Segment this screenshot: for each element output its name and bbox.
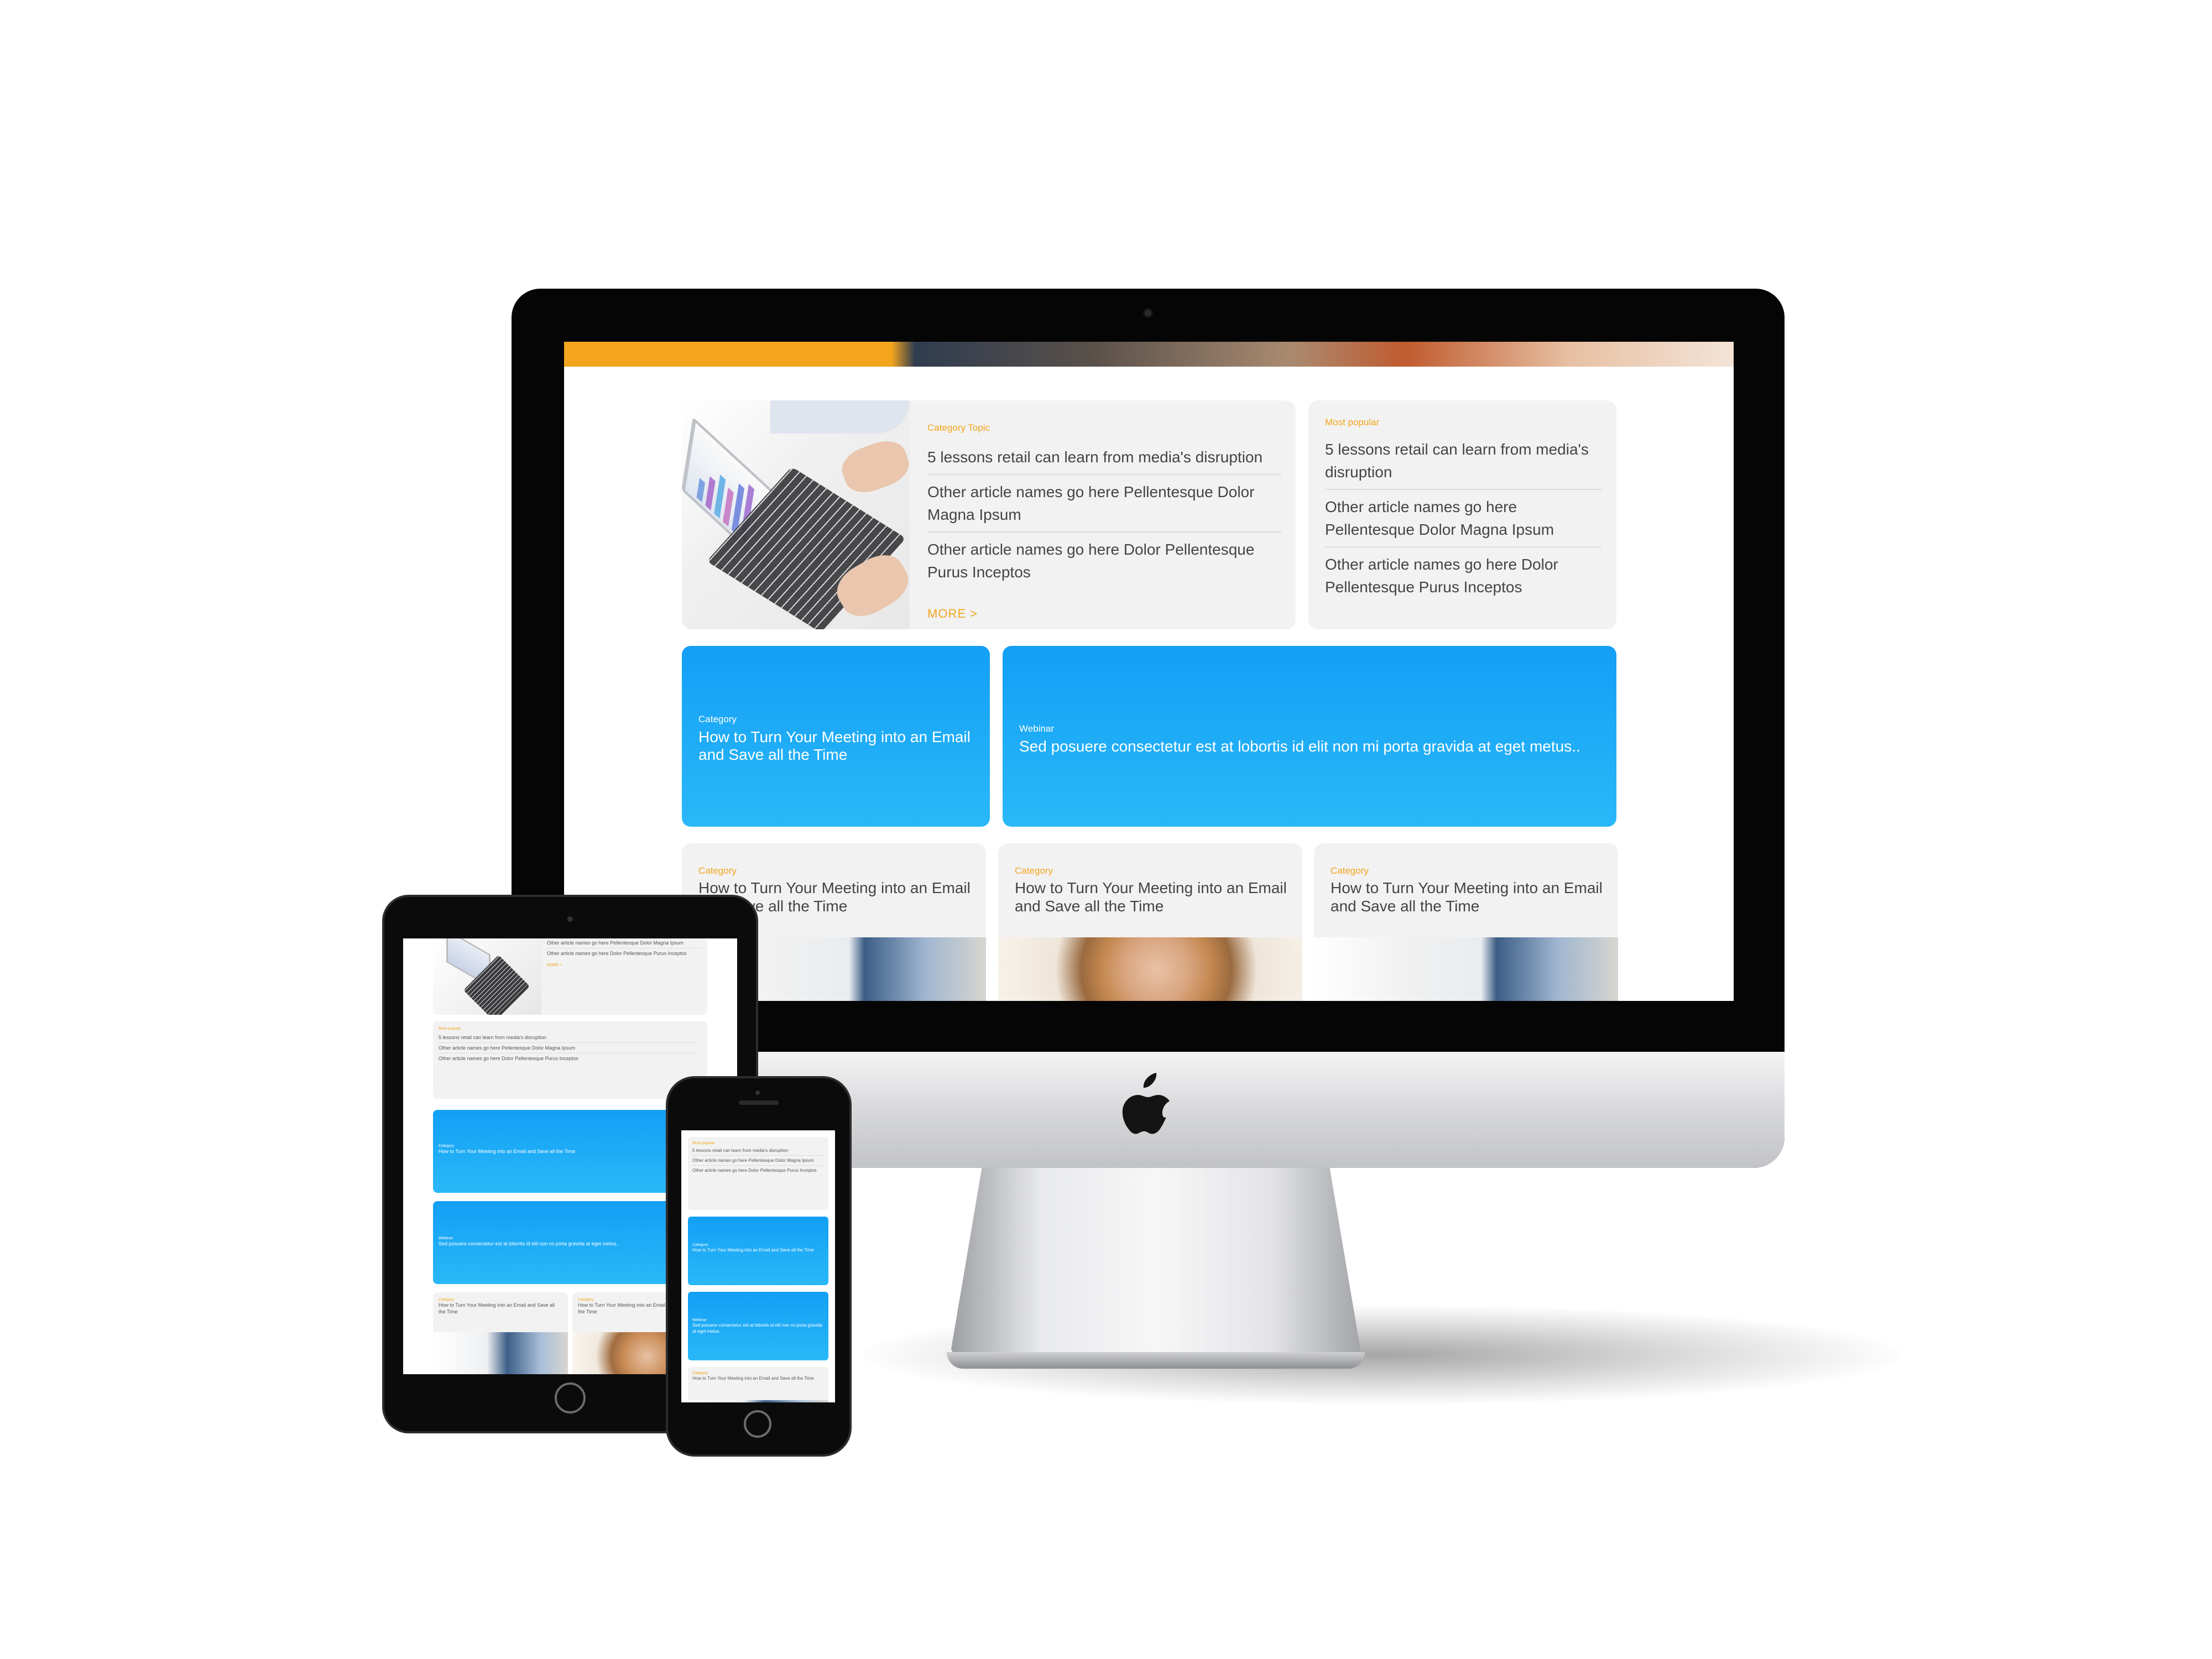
tablet-popular-link[interactable]: Other article names go here Pellentesque…	[439, 1045, 698, 1051]
phone-popular-link[interactable]: Other article names go here Pellentesque…	[692, 1157, 824, 1164]
popular-article-link[interactable]: 5 lessons retail can learn from media's …	[1325, 438, 1601, 483]
phone-webinar-title: Sed posuere consectetur est at lobortis …	[692, 1323, 822, 1334]
webinar-kicker: Webinar	[1019, 723, 1054, 734]
promo-kicker: Category	[698, 714, 737, 724]
phone-promo-kicker: Category	[692, 1243, 708, 1247]
tablet-grid-card[interactable]: Category How to Turn Your Meeting into a…	[433, 1292, 568, 1374]
divider	[1325, 489, 1601, 490]
tablet-webinar-title: Sed posuere consectetur est at lobortis …	[439, 1241, 619, 1246]
tablet-promo-kicker: Category	[439, 1144, 455, 1148]
popular-article-link[interactable]: Other article names go here Dolor Pellen…	[1325, 553, 1601, 598]
phone-popular-kicker: Most popular	[692, 1141, 715, 1145]
phone-grid-image	[688, 1400, 828, 1402]
tablet-webinar-promo[interactable]: Webinar Sed posuere consectetur est at l…	[433, 1201, 707, 1284]
hero-banner-image	[564, 342, 1734, 367]
tablet-webinar-kicker: Webinar	[439, 1237, 453, 1240]
grid-article-card[interactable]: Category How to Turn Your Meeting into a…	[998, 843, 1302, 1001]
phone-speaker	[739, 1100, 779, 1105]
camera-icon	[1145, 310, 1151, 316]
phone-webinar-kicker: Webinar	[692, 1318, 707, 1322]
grid-kicker: Category	[1015, 865, 1053, 876]
tablet-article-link[interactable]: Other article names go here Pellentesque…	[547, 940, 702, 946]
phone-webinar-promo[interactable]: Webinar Sed posuere consectetur est at l…	[688, 1292, 828, 1360]
webinar-title: Sed posuere consectetur est at lobortis …	[1019, 738, 1580, 755]
category-promo-card[interactable]: Category How to Turn Your Meeting into a…	[682, 646, 990, 827]
imac-stand-foot	[947, 1352, 1365, 1369]
webinar-promo-card[interactable]: Webinar Sed posuere consectetur est at l…	[1003, 646, 1616, 827]
tablet-laptop-image	[433, 938, 541, 1015]
divider	[692, 1165, 824, 1166]
most-popular-card: Most popular 5 lessons retail can learn …	[1308, 400, 1616, 629]
tablet-grid-image	[433, 1332, 568, 1374]
article-link[interactable]: Other article names go here Pellentesque…	[927, 481, 1281, 526]
phone-category-promo[interactable]: Category How to Turn Your Meeting into a…	[688, 1217, 828, 1285]
tablet-grid-kicker: Category	[439, 1298, 455, 1302]
tablet-popular-kicker: Most popular	[439, 1027, 461, 1031]
apple-logo-icon	[1122, 1073, 1170, 1134]
phone-grid-kicker: Category	[692, 1371, 708, 1375]
phone-screen: Most popular 5 lessons retail can learn …	[681, 1130, 835, 1402]
tablet-more-link[interactable]: MORE >	[547, 963, 702, 967]
tablet-featured-card: Other article names go here Pellentesque…	[433, 938, 707, 1015]
article-link[interactable]: Other article names go here Dolor Pellen…	[927, 538, 1281, 583]
phone-popular-card: Most popular 5 lessons retail can learn …	[688, 1137, 828, 1210]
grid-kicker: Category	[698, 865, 737, 876]
grid-title: How to Turn Your Meeting into an Email a…	[1331, 879, 1603, 915]
more-link[interactable]: MORE >	[927, 607, 1281, 621]
grid-article-card[interactable]: Category How to Turn Your Meeting into a…	[1314, 843, 1618, 1001]
phone-grid-card[interactable]: Category How to Turn Your Meeting into a…	[688, 1367, 828, 1402]
featured-article-card: Category Topic 5 lessons retail can lear…	[682, 400, 1296, 629]
grid-title: How to Turn Your Meeting into an Email a…	[1015, 879, 1287, 915]
phone-camera-icon	[755, 1091, 760, 1095]
grid-card-image	[998, 937, 1302, 1001]
laptop-thumbnail-image	[682, 400, 916, 629]
phone-popular-link[interactable]: 5 lessons retail can learn from media's …	[692, 1147, 824, 1154]
tablet-article-link[interactable]: Other article names go here Dolor Pellen…	[547, 950, 702, 957]
most-popular-kicker: Most popular	[1325, 417, 1380, 427]
article-link[interactable]: 5 lessons retail can learn from media's …	[927, 446, 1281, 468]
popular-article-link[interactable]: Other article names go here Pellentesque…	[1325, 495, 1601, 541]
divider	[1325, 546, 1601, 547]
tablet-home-button[interactable]	[555, 1383, 586, 1413]
tablet-category-promo[interactable]: Category How to Turn Your Meeting into a…	[433, 1110, 707, 1193]
tablet-popular-card: Most popular 5 lessons retail can learn …	[433, 1021, 707, 1099]
phone-grid-title: How to Turn Your Meeting into an Email a…	[692, 1376, 814, 1381]
phone-promo-title: How to Turn Your Meeting into an Email a…	[692, 1248, 814, 1253]
tablet-popular-link[interactable]: 5 lessons retail can learn from media's …	[439, 1034, 698, 1041]
divider	[927, 531, 1281, 533]
promo-title: How to Turn Your Meeting into an Email a…	[698, 728, 971, 763]
tablet-grid-title: How to Turn Your Meeting into an Email a…	[439, 1302, 555, 1314]
phone-popular-link[interactable]: Other article names go here Dolor Pellen…	[692, 1167, 824, 1173]
tablet-popular-link[interactable]: Other article names go here Dolor Pellen…	[439, 1055, 698, 1062]
imac-stand	[951, 1156, 1360, 1366]
divider	[692, 1155, 824, 1156]
divider	[927, 474, 1281, 475]
grid-kicker: Category	[1331, 865, 1369, 876]
tablet-promo-title: How to Turn Your Meeting into an Email a…	[439, 1149, 576, 1154]
grid-card-image	[1314, 937, 1618, 1001]
divider	[439, 1042, 698, 1043]
category-kicker: Category Topic	[927, 422, 990, 433]
tablet-camera-icon	[567, 916, 573, 922]
phone-home-button[interactable]	[744, 1410, 771, 1438]
